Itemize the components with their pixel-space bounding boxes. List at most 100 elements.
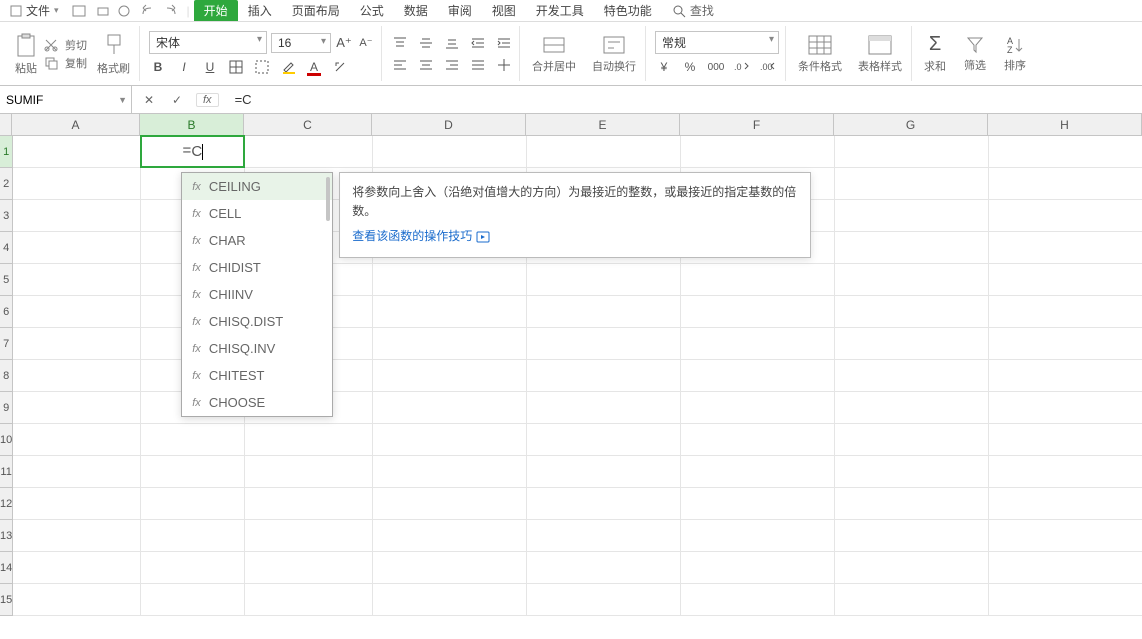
cell[interactable] — [13, 392, 141, 423]
conditional-format-button[interactable]: 条件格式 — [795, 34, 845, 74]
cell[interactable] — [13, 520, 141, 551]
cell[interactable] — [13, 200, 141, 231]
cell[interactable] — [681, 136, 835, 167]
cell[interactable] — [681, 488, 835, 519]
cell[interactable] — [681, 264, 835, 295]
cell[interactable] — [245, 488, 373, 519]
save-icon[interactable] — [71, 4, 89, 18]
row-header[interactable]: 7 — [0, 328, 12, 360]
cell[interactable] — [835, 328, 989, 359]
menubar-tab[interactable]: 页面布局 — [282, 2, 350, 19]
cell[interactable] — [13, 584, 141, 615]
row-header[interactable]: 13 — [0, 520, 12, 552]
cell[interactable] — [835, 456, 989, 487]
row-header[interactable]: 1 — [0, 136, 12, 168]
active-cell[interactable]: =C — [140, 135, 245, 168]
currency-icon[interactable]: ¥ — [655, 58, 673, 76]
cell[interactable] — [527, 392, 681, 423]
cell[interactable] — [989, 392, 1142, 423]
cell[interactable] — [989, 168, 1142, 199]
cell[interactable] — [681, 456, 835, 487]
cell[interactable] — [681, 328, 835, 359]
cell[interactable] — [13, 488, 141, 519]
cell[interactable] — [13, 328, 141, 359]
orientation-icon[interactable] — [495, 56, 513, 74]
cell[interactable] — [13, 296, 141, 327]
cell[interactable] — [373, 264, 527, 295]
autocomplete-item[interactable]: fxCHAR — [182, 227, 332, 254]
cancel-formula-icon[interactable]: ✕ — [140, 91, 158, 109]
font-size-select[interactable]: 16 — [271, 33, 331, 53]
align-top-icon[interactable] — [391, 34, 409, 52]
cell[interactable] — [989, 264, 1142, 295]
cell[interactable] — [245, 584, 373, 615]
cell[interactable] — [527, 136, 681, 167]
autocomplete-item[interactable]: fxCHIINV — [182, 281, 332, 308]
cell[interactable] — [989, 424, 1142, 455]
copy-button[interactable]: 复制 — [44, 55, 90, 71]
tooltip-help-link[interactable]: 查看该函数的操作技巧 — [352, 227, 490, 246]
cell[interactable] — [141, 456, 245, 487]
cell[interactable] — [835, 232, 989, 263]
cell[interactable] — [527, 584, 681, 615]
autocomplete-item[interactable]: fxCELL — [182, 200, 332, 227]
cell[interactable] — [835, 136, 989, 167]
menubar-tab[interactable]: 特色功能 — [594, 2, 662, 19]
cell[interactable] — [681, 520, 835, 551]
menubar-tab[interactable]: 视图 — [482, 2, 526, 19]
cell[interactable] — [835, 424, 989, 455]
cell[interactable] — [141, 488, 245, 519]
cell[interactable] — [245, 520, 373, 551]
search-button[interactable]: 查找 — [672, 2, 714, 19]
cell[interactable] — [373, 424, 527, 455]
format-painter-icon[interactable] — [104, 32, 124, 58]
wrap-text-button[interactable]: 自动换行 — [589, 34, 639, 74]
cell[interactable] — [989, 328, 1142, 359]
column-header[interactable]: A — [12, 114, 140, 135]
cell[interactable] — [835, 520, 989, 551]
autocomplete-item[interactable]: fxCHIDIST — [182, 254, 332, 281]
comma-icon[interactable]: 000 — [707, 58, 725, 76]
cell[interactable] — [835, 360, 989, 391]
clear-format-icon[interactable] — [331, 58, 349, 76]
menubar-tab[interactable]: 开发工具 — [526, 2, 594, 19]
cell[interactable] — [989, 296, 1142, 327]
font-color-icon[interactable]: A — [305, 58, 323, 76]
column-header[interactable]: B — [140, 114, 244, 135]
autocomplete-item[interactable]: fxCHISQ.DIST — [182, 308, 332, 335]
decrease-font-icon[interactable]: A⁻ — [357, 34, 375, 52]
cell[interactable] — [373, 392, 527, 423]
formula-input[interactable]: =C — [227, 92, 1142, 108]
column-header[interactable]: H — [988, 114, 1142, 135]
cell[interactable] — [373, 136, 527, 167]
align-bottom-icon[interactable] — [443, 34, 461, 52]
filter-button[interactable]: 筛选 — [961, 35, 989, 73]
cell[interactable] — [681, 392, 835, 423]
row-header[interactable]: 8 — [0, 360, 12, 392]
cell[interactable] — [527, 360, 681, 391]
cell[interactable] — [373, 456, 527, 487]
cell[interactable] — [989, 232, 1142, 263]
increase-font-icon[interactable]: A⁺ — [335, 34, 353, 52]
chevron-down-icon[interactable]: ▼ — [118, 95, 127, 105]
cell[interactable] — [373, 552, 527, 583]
cell[interactable] — [527, 552, 681, 583]
cell[interactable] — [141, 520, 245, 551]
cell[interactable] — [989, 488, 1142, 519]
font-name-select[interactable]: 宋体 — [149, 31, 267, 54]
cell[interactable] — [527, 456, 681, 487]
merge-center-button[interactable]: 合并居中 — [529, 34, 579, 74]
row-header[interactable]: 14 — [0, 552, 12, 584]
bold-icon[interactable]: B — [149, 58, 167, 76]
select-all-corner[interactable] — [0, 114, 12, 135]
menubar-tab[interactable]: 公式 — [350, 2, 394, 19]
cell[interactable] — [373, 360, 527, 391]
menubar-tab[interactable]: 数据 — [394, 2, 438, 19]
increase-indent-icon[interactable] — [495, 34, 513, 52]
cell[interactable] — [245, 136, 373, 167]
cell[interactable] — [681, 424, 835, 455]
italic-icon[interactable]: I — [175, 58, 193, 76]
cell[interactable] — [835, 168, 989, 199]
name-box-input[interactable] — [6, 93, 125, 107]
cell[interactable] — [835, 264, 989, 295]
